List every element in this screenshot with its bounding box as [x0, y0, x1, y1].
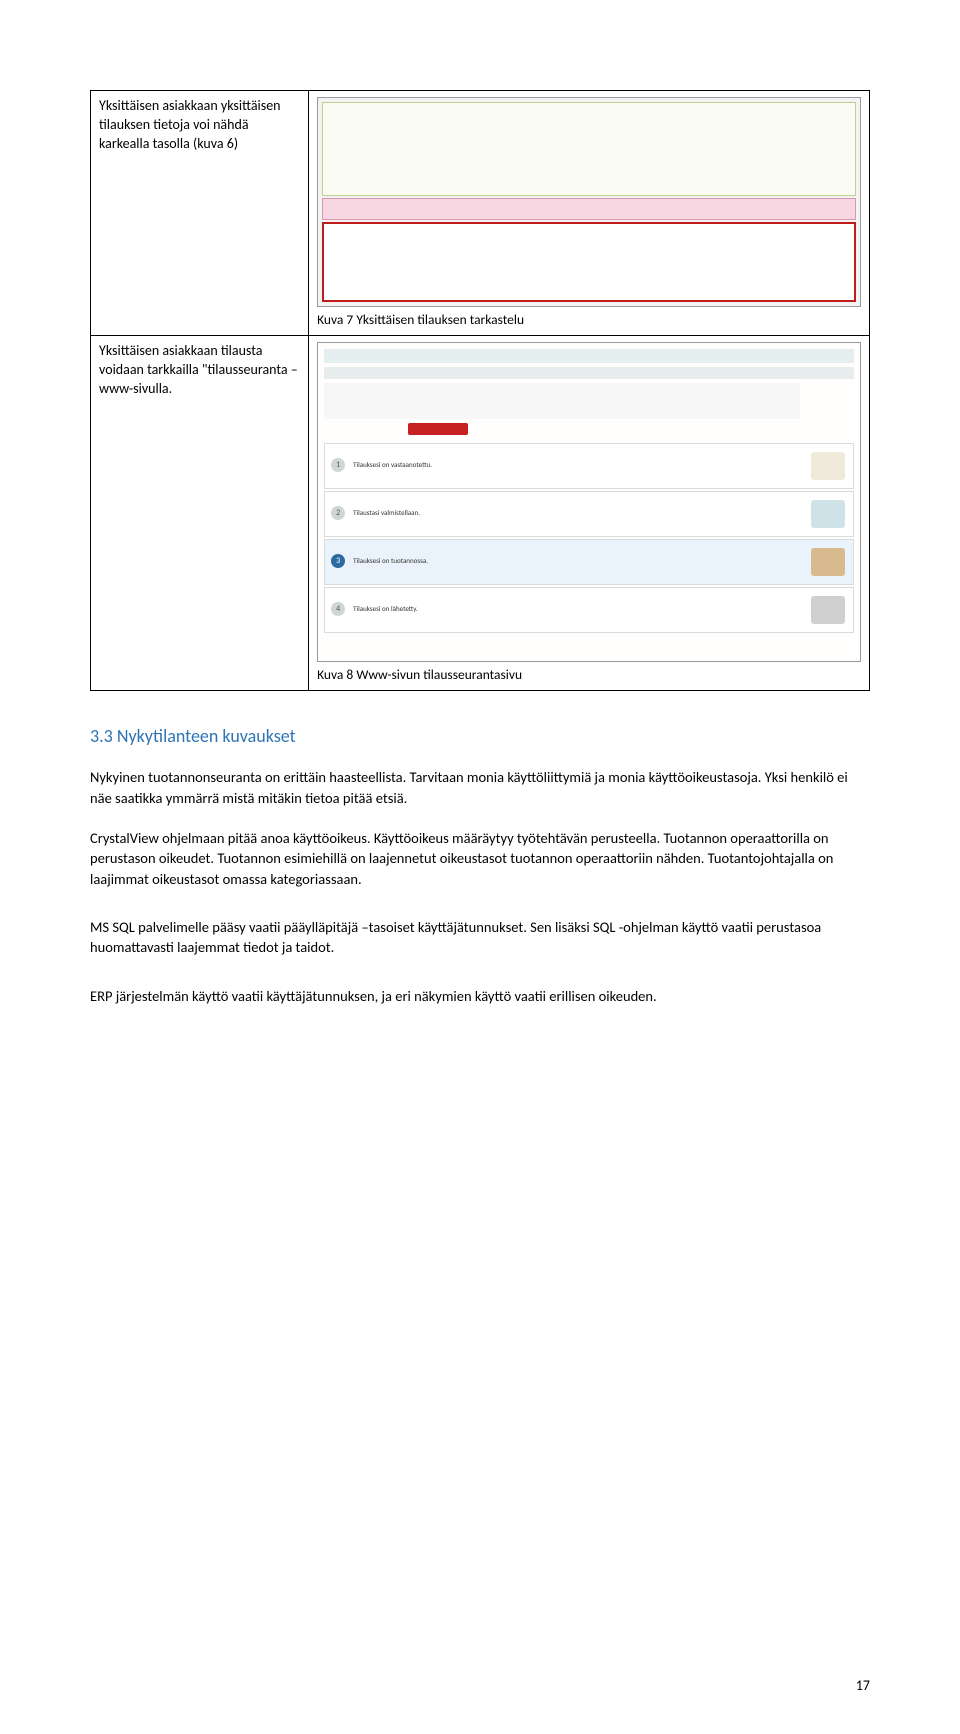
row2-left-text: Yksittäisen asiakkaan tilausta voidaan t…: [91, 336, 309, 691]
step-4-label: Tilauksesi on lähetetty.: [353, 604, 418, 613]
figure-8-caption: Kuva 8 Www-sivun tilausseurantasivu: [317, 666, 861, 684]
paragraph-4: ERP järjestelmän käyttö vaatii käyttäjät…: [90, 986, 870, 1006]
row1-figure-cell: Kuva 7 Yksittäisen tilauksen tarkastelu: [309, 91, 870, 336]
row1-left-text: Yksittäisen asiakkaan yksittäisen tilauk…: [91, 91, 309, 336]
figure-8-image: 1Tilauksesi on vastaanotettu. 2Tilaustas…: [317, 342, 861, 662]
section-heading-3-3: 3.3 Nykytilanteen kuvaukset: [90, 725, 870, 747]
paragraph-2: CrystalView ohjelmaan pitää anoa käyttöo…: [90, 828, 870, 889]
page-number: 17: [856, 1677, 870, 1694]
row2-figure-cell: 1Tilauksesi on vastaanotettu. 2Tilaustas…: [309, 336, 870, 691]
figure-7-image: [317, 97, 861, 307]
step-3-label: Tilauksesi on tuotannossa.: [353, 556, 428, 565]
paragraph-1: Nykyinen tuotannonseuranta on erittäin h…: [90, 767, 870, 808]
step-1-label: Tilauksesi on vastaanotettu.: [353, 460, 432, 469]
content-table: Yksittäisen asiakkaan yksittäisen tilauk…: [90, 90, 870, 691]
figure-7-caption: Kuva 7 Yksittäisen tilauksen tarkastelu: [317, 311, 861, 329]
step-2-label: Tilaustasi valmistellaan.: [353, 508, 420, 517]
paragraph-3: MS SQL palvelimelle pääsy vaatii pääyllä…: [90, 917, 870, 958]
